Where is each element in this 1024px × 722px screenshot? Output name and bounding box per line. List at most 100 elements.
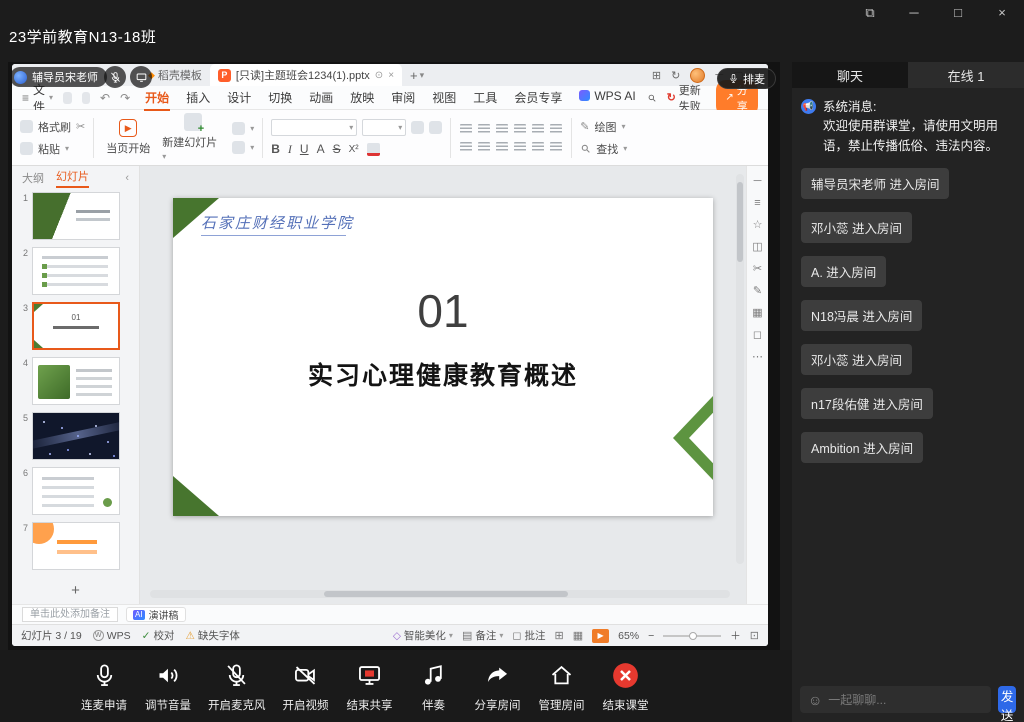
decrease-font-icon[interactable] <box>429 121 442 134</box>
indent-decrease-icon[interactable] <box>496 124 508 134</box>
zoom-in-icon[interactable]: ＋ <box>730 628 741 643</box>
ribbon-tab[interactable]: 设计 <box>226 86 252 109</box>
window-control-icon[interactable] <box>906 5 922 21</box>
ribbon-tab[interactable]: 切换 <box>267 86 293 109</box>
side-tool-icon[interactable] <box>752 352 763 363</box>
window-control-icon[interactable] <box>950 5 966 21</box>
layout-icon[interactable] <box>232 122 245 135</box>
sorter-view-icon[interactable]: ▦ <box>573 629 583 642</box>
ribbon-tab[interactable]: 会员专享 <box>513 86 563 109</box>
play-from-current-button[interactable]: ▶ 当页开始 <box>102 119 154 156</box>
horizontal-scrollbar[interactable] <box>150 590 730 598</box>
toolbar-button[interactable]: 连麦申请 <box>80 660 128 713</box>
letter-a-button[interactable]: A <box>317 142 325 156</box>
slide-thumbnail[interactable] <box>32 192 120 240</box>
toolbar-button[interactable]: 开启视频 <box>282 660 330 713</box>
ribbon-tab[interactable]: 审阅 <box>390 86 416 109</box>
slides-tab[interactable]: 幻灯片 <box>56 168 89 188</box>
ribbon-tab[interactable]: WPS AI <box>578 86 636 109</box>
comments-button[interactable]: ◻批注 <box>512 628 545 643</box>
slide-thumbnail[interactable] <box>32 247 120 295</box>
align-right-icon[interactable] <box>496 142 508 152</box>
side-tool-icon[interactable] <box>754 176 762 187</box>
font-size-select[interactable] <box>362 119 406 136</box>
side-tool-icon[interactable] <box>753 330 762 341</box>
chat-input[interactable] <box>828 693 983 707</box>
side-tool-icon[interactable] <box>754 198 760 209</box>
new-tab-icon[interactable]: + <box>410 68 418 83</box>
outline-tab[interactable]: 大纲 <box>22 170 44 186</box>
bullet-list-icon[interactable] <box>460 124 472 134</box>
window-control-icon[interactable] <box>994 5 1010 21</box>
font-family-select[interactable] <box>271 119 357 136</box>
emoji-icon[interactable]: ☺ <box>808 692 822 708</box>
toolbar-button[interactable]: 管理房间 <box>538 660 586 713</box>
superscript-button[interactable]: X² <box>349 144 359 155</box>
presenter-mic-muted-button[interactable] <box>104 66 126 88</box>
message-center-icon[interactable]: ⊞ <box>652 69 661 82</box>
toolbar-button[interactable]: 分享房间 <box>474 660 522 713</box>
slide-thumbnail[interactable] <box>32 467 120 515</box>
tab-close-icon[interactable]: × <box>388 70 394 81</box>
italic-button[interactable]: I <box>288 142 292 157</box>
find-button[interactable]: 查找▾ <box>580 141 627 157</box>
number-list-icon[interactable] <box>478 124 490 134</box>
toolbar-button[interactable]: 结束共享 <box>346 660 394 713</box>
ai-speech-button[interactable]: AI 演讲稿 <box>126 607 186 622</box>
section-icon[interactable] <box>232 141 245 154</box>
tab-chat[interactable]: 聊天 <box>792 62 908 88</box>
toolbar-button[interactable]: 开启麦克风 <box>208 660 266 713</box>
draw-button[interactable]: ✎绘图▾ <box>580 119 627 135</box>
slide-thumbnail[interactable] <box>32 357 120 405</box>
search-icon[interactable] <box>647 91 657 105</box>
current-slide[interactable]: 石家庄财经职业学院 01 实习心理健康教育概述 <box>173 198 713 516</box>
format-painter-button[interactable]: 格式刷✂ <box>20 119 85 135</box>
collapse-panel-icon[interactable]: ‹ <box>125 172 129 184</box>
indent-increase-icon[interactable] <box>514 124 526 134</box>
document-tab[interactable]: P [只读]主题班会1234(1).pptx ⊙ × <box>210 64 402 86</box>
toolbar-button[interactable]: 伴奏 <box>410 660 458 713</box>
zoom-slider[interactable] <box>663 635 721 637</box>
side-tool-icon[interactable] <box>752 308 762 319</box>
save-icon[interactable] <box>63 92 72 104</box>
side-tool-icon[interactable] <box>752 242 762 253</box>
fit-window-icon[interactable]: ⊡ <box>750 629 759 642</box>
undo-icon[interactable]: ↶ <box>100 91 110 105</box>
ribbon-tab[interactable]: 放映 <box>349 86 375 109</box>
text-direction-icon[interactable] <box>550 124 562 134</box>
side-tool-icon[interactable] <box>753 286 762 297</box>
strike-button[interactable]: S <box>333 142 341 156</box>
align-left-icon[interactable] <box>460 142 472 152</box>
ribbon-tab[interactable]: 开始 <box>144 86 170 109</box>
chat-message-area[interactable]: 📢 系统消息: 欢迎使用群课堂，请使用文明用语，禁止传播低俗、违法内容。 辅导员… <box>792 88 1024 679</box>
vertical-scrollbar[interactable] <box>736 174 744 564</box>
columns-icon[interactable] <box>532 142 544 152</box>
ribbon-tab[interactable]: 视图 <box>431 86 457 109</box>
update-failed-status[interactable]: 更新失败 <box>667 82 707 114</box>
tab-online[interactable]: 在线 1 <box>908 62 1024 88</box>
ribbon-tab[interactable]: 工具 <box>472 86 498 109</box>
tab-list-chevron-icon[interactable]: ▾ <box>420 70 425 81</box>
zoom-out-icon[interactable]: − <box>648 630 654 642</box>
slideshow-button[interactable]: ▶ <box>592 629 609 643</box>
justify-icon[interactable] <box>514 142 526 152</box>
user-avatar[interactable] <box>690 68 705 83</box>
increase-font-icon[interactable] <box>411 121 424 134</box>
redo-icon[interactable]: ↷ <box>120 91 130 105</box>
normal-view-icon[interactable]: ⊞ <box>555 629 564 642</box>
slide-thumbnail[interactable] <box>32 412 120 460</box>
notes-toggle-button[interactable]: ▤备注▾ <box>462 628 503 643</box>
smart-beautify-button[interactable]: ◇智能美化▾ <box>393 628 453 643</box>
window-control-icon[interactable] <box>862 5 878 21</box>
wps-status-item[interactable]: WWPS <box>93 630 131 642</box>
underline-button[interactable]: U <box>300 142 309 156</box>
notes-placeholder[interactable]: 单击此处添加备注 <box>22 607 118 622</box>
font-color-button[interactable] <box>367 143 380 156</box>
slide-thumbnail[interactable]: 01 <box>32 302 120 350</box>
align-center-icon[interactable] <box>478 142 490 152</box>
paste-button[interactable]: 粘贴▾ <box>20 141 85 157</box>
send-button[interactable]: 发送 <box>998 686 1016 713</box>
toolbar-button[interactable]: 调节音量 <box>144 660 192 713</box>
side-tool-icon[interactable] <box>753 220 763 231</box>
queue-mic-button[interactable]: 排麦 <box>717 68 776 89</box>
